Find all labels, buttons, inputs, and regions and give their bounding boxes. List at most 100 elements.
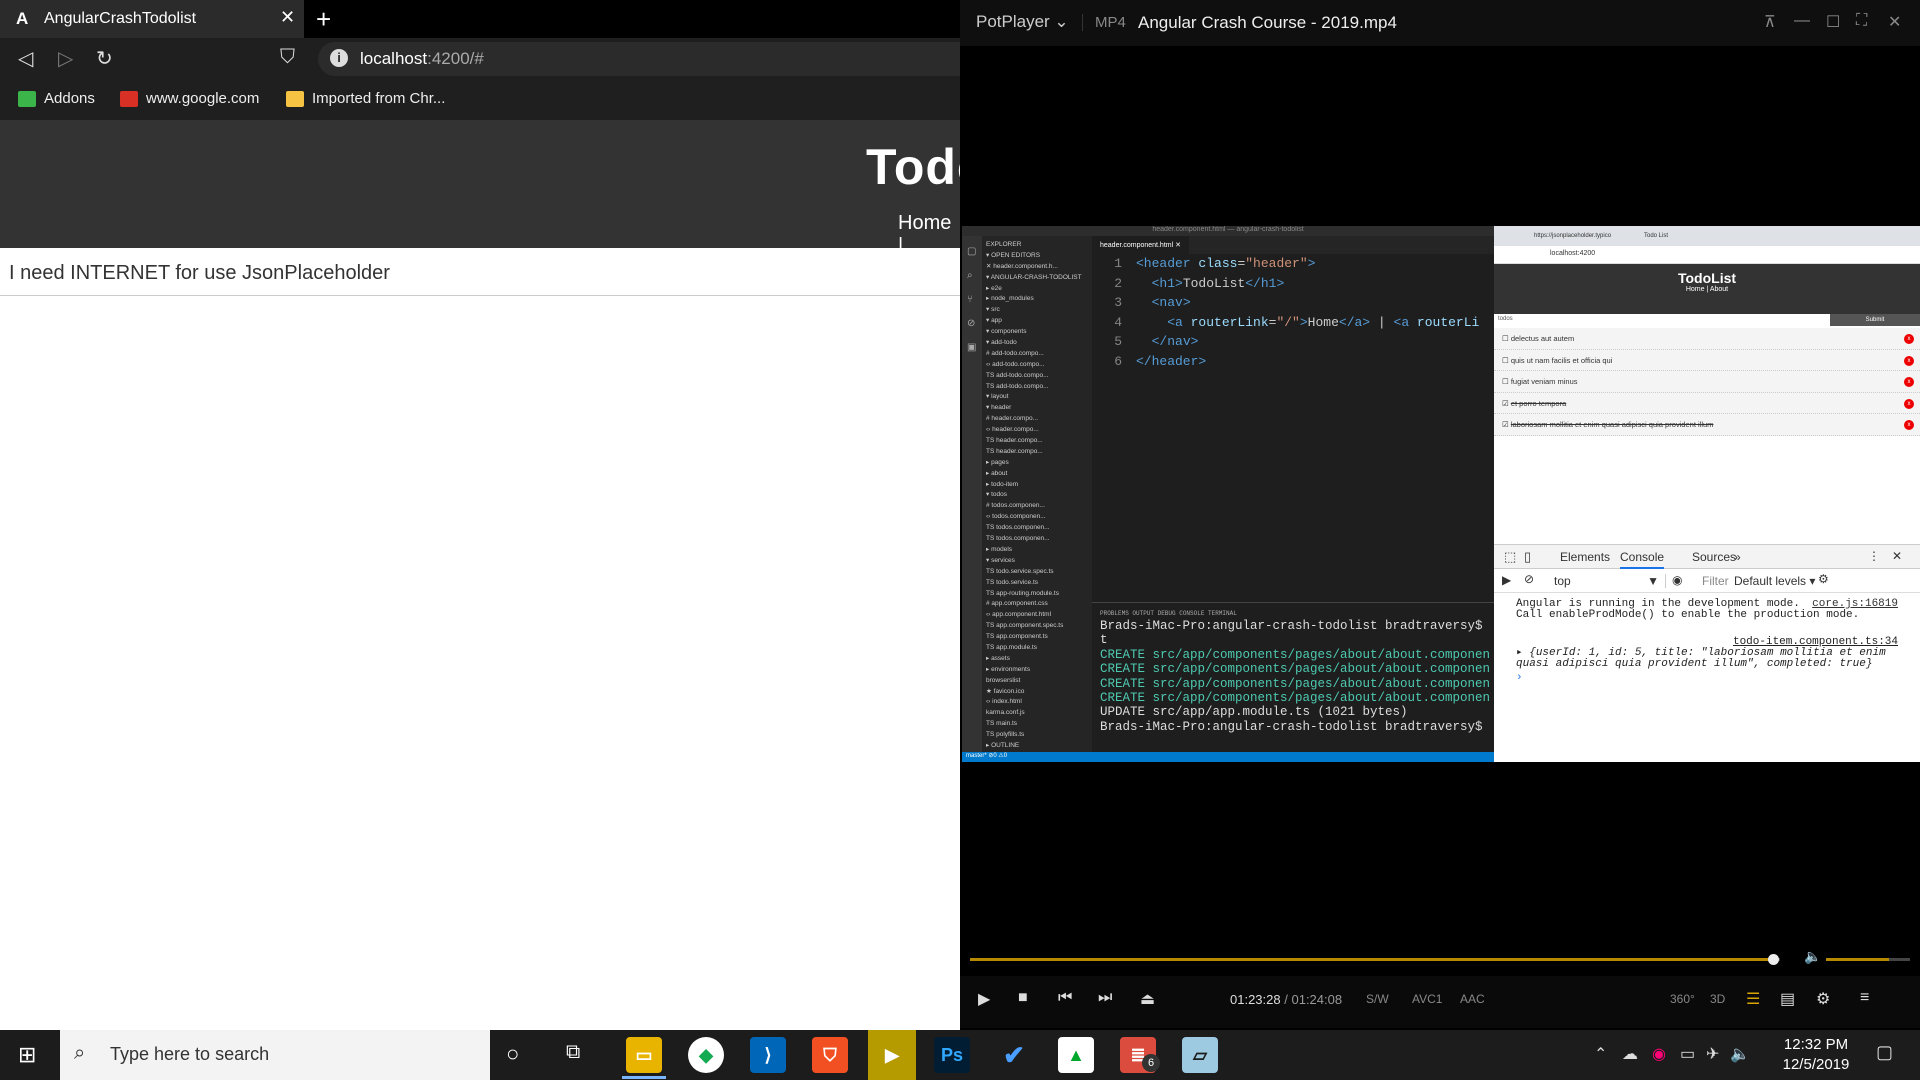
3d-badge[interactable]: 3D xyxy=(1710,992,1725,1006)
site-info-icon[interactable]: i xyxy=(330,49,348,67)
close-devtools-icon[interactable]: ✕ xyxy=(1892,549,1902,563)
back-icon[interactable]: ◁ xyxy=(18,46,33,71)
app-tray-icon[interactable]: ◉ xyxy=(1652,1044,1666,1064)
reload-icon[interactable]: ↻ xyxy=(96,46,113,71)
filter-input[interactable]: Filter xyxy=(1702,574,1729,588)
inspect-icon[interactable]: ⬚ xyxy=(1504,549,1516,565)
mongodb-compass-icon[interactable]: ◆ xyxy=(688,1037,724,1073)
explorer-item: ▾ header xyxy=(986,404,1012,412)
maximize-icon[interactable]: ☐ xyxy=(1826,12,1840,32)
url-host: localhost xyxy=(360,49,428,68)
line-number: 4 xyxy=(1114,314,1122,330)
url-field[interactable]: i localhost:4200/# xyxy=(318,42,960,76)
activity-icons: ▢ ⌕ ⑂ ⊘ ▣ xyxy=(967,246,977,353)
clock-date[interactable]: 12/5/2019 xyxy=(1776,1056,1856,1073)
evernote-icon[interactable]: ▲ xyxy=(1058,1037,1094,1073)
tab-elements[interactable]: Elements xyxy=(1560,550,1610,564)
volume-tray-icon[interactable]: 🔈 xyxy=(1730,1044,1750,1064)
explorer-item: ▸ assets xyxy=(986,654,1010,662)
fullscreen-icon[interactable]: ⛶ xyxy=(1856,12,1867,30)
forward-icon[interactable]: ▷ xyxy=(58,46,73,71)
inner-url: localhost:4200 xyxy=(1550,250,1596,257)
action-center-icon[interactable]: ▢ xyxy=(1876,1042,1893,1063)
new-tab-button[interactable]: + xyxy=(316,4,331,35)
bookmark-label: Addons xyxy=(44,90,95,107)
close-tab-icon[interactable]: ✕ xyxy=(280,7,295,28)
delete-icon: x xyxy=(1904,355,1914,366)
seek-handle[interactable] xyxy=(1767,954,1779,965)
explorer-item: ▸ pages xyxy=(986,458,1009,466)
airplane-icon[interactable]: ✈ xyxy=(1706,1044,1719,1064)
device-icon[interactable]: ▯ xyxy=(1524,549,1531,565)
sidebar-toggle-icon[interactable]: ▶ xyxy=(1502,573,1511,587)
terminal-line: t xyxy=(1100,633,1108,648)
menu-icon[interactable]: ≡ xyxy=(1860,989,1869,1007)
checkbox-icon: ☑ xyxy=(1502,398,1511,408)
tab-sources[interactable]: Sources xyxy=(1692,550,1736,564)
video-frame[interactable]: header.component.html — angular-crash-to… xyxy=(962,226,1920,762)
close-icon[interactable]: ✕ xyxy=(1888,12,1901,32)
terminal-line: Brads-iMac-Pro:angular-crash-todolist br… xyxy=(1100,719,1483,734)
clock-time[interactable]: 12:32 PM xyxy=(1776,1036,1856,1053)
bookmark-addons[interactable]: Addons xyxy=(18,90,95,107)
potplayer-icon[interactable]: ▶ xyxy=(868,1030,916,1080)
devtools-panel: ⬚ ▯ Elements Console Sources » ⋮ ✕ ▶ ⊘ t… xyxy=(1494,544,1920,762)
pin-icon[interactable]: ⊼ xyxy=(1764,12,1776,32)
seek-bar[interactable]: 🔈 xyxy=(970,948,1910,965)
battery-icon[interactable]: ▭ xyxy=(1680,1044,1695,1064)
photoshop-icon[interactable]: Ps xyxy=(934,1037,970,1073)
bookmark-google[interactable]: www.google.com xyxy=(120,90,259,107)
browser-window: A AngularCrashTodolist ✕ + ◁ ▷ ↻ ⛉ i loc… xyxy=(0,0,987,1030)
clear-console-icon[interactable]: ⊘ xyxy=(1524,572,1534,586)
minimize-icon[interactable]: — xyxy=(1794,12,1810,30)
inner-tab-1: https://jsonplaceholder.typico xyxy=(1534,233,1612,239)
settings-icon[interactable]: ⚙ xyxy=(1818,572,1829,586)
volume-icon[interactable]: 🔈 xyxy=(1804,948,1821,965)
format-label: MP4 xyxy=(1082,14,1126,31)
todo-app-icon[interactable]: ✔ xyxy=(996,1037,1032,1073)
bookmark-imported[interactable]: Imported from Chr... xyxy=(286,90,445,107)
inner-todo-item: ☑ laboriosam mollitia et enim quasi adip… xyxy=(1494,414,1920,436)
kebab-menu-icon[interactable]: ⋮ xyxy=(1868,549,1880,563)
previous-icon[interactable]: ⏮ xyxy=(1058,989,1072,1007)
audio-codec-badge[interactable]: AAC xyxy=(1460,992,1485,1006)
eye-icon[interactable]: ◉ xyxy=(1672,573,1682,587)
vscode-icon[interactable]: ⟩ xyxy=(750,1037,786,1073)
cortana-icon[interactable]: ○ xyxy=(506,1041,519,1067)
task-view-icon[interactable]: ⧉ xyxy=(566,1041,580,1064)
todo-title: fugiat veniam minus xyxy=(1510,377,1578,386)
playlist-search-icon[interactable]: ☰ xyxy=(1746,989,1760,1009)
bookmark-label: Imported from Chr... xyxy=(312,90,446,107)
explorer-item: # todos.componen... xyxy=(986,502,1045,510)
chevron-up-icon[interactable]: ⌃ xyxy=(1594,1044,1607,1064)
eject-icon[interactable]: ⏏ xyxy=(1140,989,1155,1009)
vr-360-badge[interactable]: 360° xyxy=(1670,992,1695,1006)
more-tabs-icon[interactable]: » xyxy=(1734,550,1741,564)
windows-start-icon[interactable]: ⊞ xyxy=(18,1042,36,1068)
explorer-item: ▾ add-todo xyxy=(986,339,1017,347)
taskbar-search[interactable]: ⌕ Type here to search xyxy=(60,1030,490,1080)
stop-icon[interactable]: ■ xyxy=(1018,989,1028,1007)
context-select[interactable]: top ▼ xyxy=(1554,574,1666,588)
player-menu-button[interactable]: PotPlayer ⌄ xyxy=(976,12,1069,32)
next-icon[interactable]: ⏭ xyxy=(1098,989,1112,1007)
cloud-icon[interactable]: ☁ xyxy=(1622,1044,1638,1064)
file-explorer-icon[interactable]: ▭ xyxy=(626,1037,662,1073)
video-codec-badge[interactable]: AVC1 xyxy=(1412,992,1442,1006)
chapter-icon[interactable]: ▤ xyxy=(1780,989,1795,1009)
checkbox-icon: ☐ xyxy=(1502,334,1511,343)
volume-slider[interactable] xyxy=(1826,958,1910,961)
decoder-badge[interactable]: S/W xyxy=(1366,992,1389,1006)
levels-select[interactable]: Default levels ▾ xyxy=(1734,574,1815,588)
bookmark-icon[interactable]: ⛉ xyxy=(280,46,295,69)
tab-console[interactable]: Console xyxy=(1620,550,1665,569)
console-prompt[interactable]: › xyxy=(1516,672,1898,684)
line-number: 1 xyxy=(1114,256,1122,271)
play-icon[interactable]: ▶ xyxy=(978,989,990,1009)
file-title: Angular Crash Course - 2019.mp4 xyxy=(1138,13,1397,32)
todo-input[interactable]: I need INTERNET for use JsonPlaceholder xyxy=(0,250,960,296)
gear-icon[interactable]: ⚙ xyxy=(1816,989,1830,1009)
brave-icon[interactable]: ⛉ xyxy=(812,1037,848,1073)
notepad-icon[interactable]: ▱ xyxy=(1182,1037,1218,1073)
browser-tab[interactable]: A AngularCrashTodolist ✕ xyxy=(0,0,304,38)
